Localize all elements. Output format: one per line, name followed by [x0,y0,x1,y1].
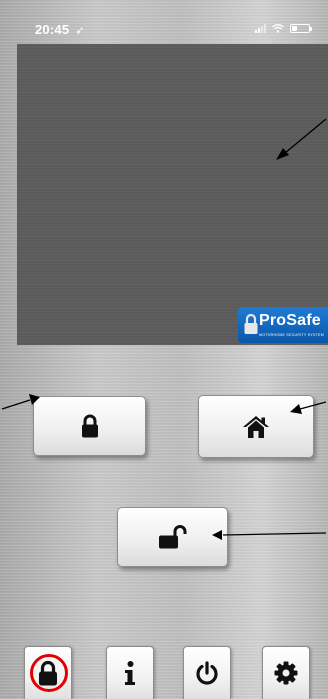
active-indicator-ring [30,654,68,692]
brand-tagline: MOTORHOME SECURITY SYSTEM [259,333,324,337]
info-icon [125,661,135,685]
status-time-label: 20:45 [35,22,70,37]
gear-icon [274,661,298,685]
status-time: 20:45 ➶ [35,22,84,37]
battery-icon [290,24,312,33]
wifi-icon [272,24,284,33]
prosafe-logo: ProSafe MOTORHOME SECURITY SYSTEM [238,307,328,343]
status-icons [255,24,312,33]
cellular-signal-icon [255,24,266,33]
tab-power[interactable] [183,646,231,699]
power-icon [196,661,218,685]
tab-info[interactable] [106,646,154,699]
video-feed: ProSafe MOTORHOME SECURITY SYSTEM [17,44,328,345]
lock-open-icon [158,525,186,549]
tab-settings[interactable] [262,646,310,699]
home-button[interactable] [198,395,314,458]
location-arrow-icon: ➶ [75,25,85,37]
home-icon [243,415,269,438]
padlock-icon [244,313,258,334]
brand-name: ProSafe [259,312,321,329]
lock-closed-icon [81,414,98,438]
unlock-button[interactable] [117,507,228,567]
lock-button[interactable] [33,396,146,456]
status-bar: 20:45 ➶ [0,0,328,40]
tab-lock[interactable] [24,646,72,699]
